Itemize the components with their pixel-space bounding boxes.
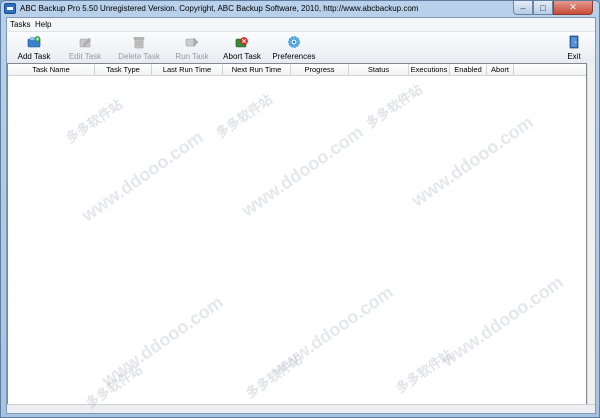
maximize-button[interactable]: □ (533, 1, 553, 15)
app-window: ABC Backup Pro 5.50 Unregistered Version… (0, 0, 600, 418)
preferences-button[interactable]: Preferences (272, 34, 316, 64)
edit-task-icon (79, 37, 91, 48)
column-header-task-name[interactable]: Task Name (8, 64, 95, 75)
column-header-executions[interactable]: Executions (409, 64, 450, 75)
vertical-scrollbar-track[interactable] (587, 63, 595, 412)
toolbar: Add Task Edit Task Delete Task Run Task … (7, 32, 595, 67)
exit-door-icon (569, 35, 579, 49)
menu-help[interactable]: Help (35, 20, 51, 29)
exit-button[interactable]: Exit (562, 34, 586, 64)
exit-label: Exit (567, 52, 581, 61)
column-header-status[interactable]: Status (349, 64, 409, 75)
title-bar[interactable]: ABC Backup Pro 5.50 Unregistered Version… (1, 1, 599, 17)
delete-task-label: Delete Task (118, 52, 160, 61)
column-header-task-type[interactable]: Task Type (95, 64, 152, 75)
close-button[interactable]: ✕ (553, 1, 593, 15)
run-task-icon (185, 37, 199, 47)
run-task-button[interactable]: Run Task (171, 34, 213, 64)
task-list-header: Task Name Task Type Last Run Time Next R… (8, 64, 586, 76)
column-header-last-run-time[interactable]: Last Run Time (152, 64, 223, 75)
run-task-label: Run Task (175, 52, 209, 61)
abort-task-icon (235, 37, 248, 48)
add-task-icon (27, 36, 41, 48)
app-icon[interactable] (4, 3, 16, 14)
status-bar (7, 404, 595, 413)
abort-task-button[interactable]: Abort Task (220, 34, 264, 64)
delete-task-button[interactable]: Delete Task (115, 34, 163, 64)
column-header-next-run-time[interactable]: Next Run Time (223, 64, 291, 75)
gear-icon (288, 36, 300, 48)
task-list[interactable]: Task Name Task Type Last Run Time Next R… (7, 63, 587, 412)
column-header-enabled[interactable]: Enabled (450, 64, 487, 75)
preferences-label: Preferences (272, 52, 316, 61)
client-area: Tasks Help Add Task Edit Task Delete Tas… (6, 17, 596, 414)
abort-task-label: Abort Task (223, 52, 261, 61)
window-title: ABC Backup Pro 5.50 Unregistered Version… (20, 4, 419, 13)
trash-icon (133, 37, 145, 49)
column-header-progress[interactable]: Progress (291, 64, 349, 75)
edit-task-label: Edit Task (68, 52, 102, 61)
column-header-abort[interactable]: Abort (487, 64, 514, 75)
minimize-button[interactable]: – (513, 1, 533, 15)
add-task-button[interactable]: Add Task (13, 34, 55, 64)
menu-bar: Tasks Help (7, 18, 595, 32)
add-task-label: Add Task (17, 52, 51, 61)
edit-task-button[interactable]: Edit Task (64, 34, 106, 64)
menu-tasks[interactable]: Tasks (10, 20, 30, 29)
window-controls: – □ ✕ (513, 1, 593, 15)
